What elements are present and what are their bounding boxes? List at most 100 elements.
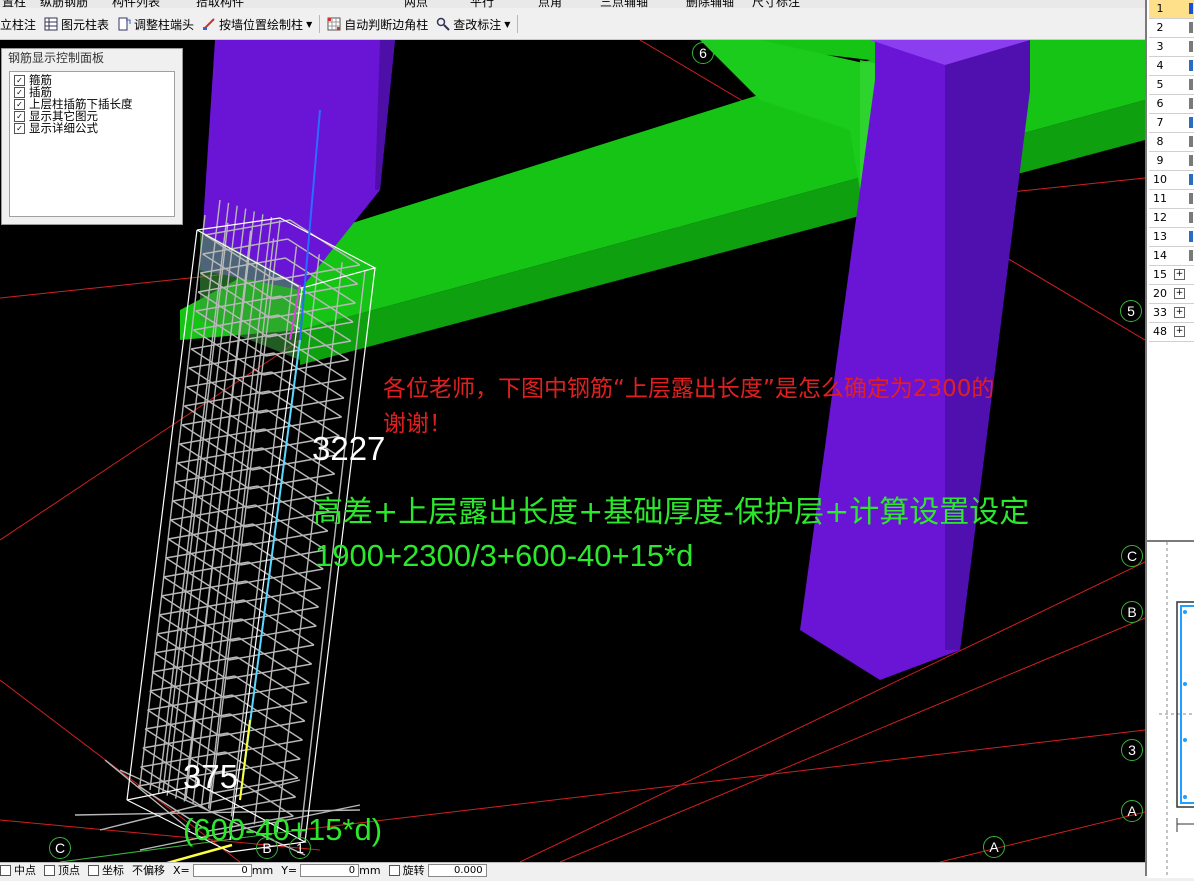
column-note-label: 立柱注	[0, 17, 37, 32]
row-number: 10	[1153, 173, 1167, 186]
checkbox[interactable]: ✓	[14, 110, 25, 122]
top-strip-item[interactable]: 三点辅轴	[600, 0, 648, 8]
rotate-field: 旋转 0.000	[388, 863, 487, 877]
top-strip-item[interactable]: 两点	[404, 0, 428, 8]
row-number: 4	[1156, 59, 1164, 72]
row-number: 11	[1153, 192, 1167, 205]
axis-label-c: C	[1121, 545, 1143, 567]
draw-by-wall-button[interactable]: 按墙位置绘制柱 ▼	[198, 12, 316, 36]
checkbox[interactable]: ✓	[14, 98, 25, 110]
offset-select[interactable]: 不偏移	[132, 863, 165, 877]
drawing-toolbar: 立柱注 图元柱表 调整柱端头 按墙位置绘制柱 ▼ 自动判断边角柱 查改标注 ▼	[0, 9, 1145, 40]
checkbox[interactable]: ✓	[14, 122, 25, 134]
column-note-button[interactable]: 立柱注	[0, 12, 40, 36]
property-row[interactable]: 4	[1149, 57, 1194, 76]
expand-icon[interactable]: +	[1174, 307, 1185, 318]
formula-bottom: (600-40+15*d)	[183, 812, 383, 847]
column-table-button[interactable]: 图元柱表	[40, 12, 113, 36]
property-row[interactable]: 9	[1149, 152, 1194, 171]
row-value-fragment	[1189, 22, 1193, 33]
coordinate-toggle[interactable]: 坐标	[88, 863, 124, 877]
checkbox[interactable]: ✓	[14, 74, 25, 86]
dropdown-arrow-icon[interactable]: ▼	[306, 20, 312, 29]
property-row[interactable]: 12	[1149, 209, 1194, 228]
rebar-line	[167, 538, 239, 585]
row-number: 48	[1153, 325, 1167, 338]
row-value-fragment	[1189, 3, 1193, 14]
rebar-line	[158, 614, 230, 661]
expand-icon[interactable]: +	[1174, 326, 1185, 337]
checkbox[interactable]	[388, 864, 400, 876]
rebar-line	[170, 519, 241, 566]
property-row[interactable]: 10	[1149, 171, 1194, 190]
rebar-line	[174, 481, 246, 528]
property-row[interactable]: 5	[1149, 76, 1194, 95]
adjust-column-end-button[interactable]: 调整柱端头	[113, 12, 198, 36]
expand-icon[interactable]: +	[1174, 288, 1185, 299]
y-input[interactable]: 0	[300, 863, 360, 877]
property-row[interactable]: 15 +	[1149, 266, 1194, 285]
rebar-line	[179, 443, 251, 490]
property-row[interactable]: 6	[1149, 95, 1194, 114]
adjust-column-end-icon	[118, 17, 131, 31]
top-strip-item[interactable]: 尺寸标注	[752, 0, 800, 8]
midpoint-toggle[interactable]: 中点	[0, 863, 36, 877]
rebar-line	[149, 690, 221, 737]
top-strip-item[interactable]: 拾取构件	[196, 0, 244, 8]
top-strip-item[interactable]: 点角	[538, 0, 562, 8]
auto-corner-column-button[interactable]: 自动判断边角柱	[323, 12, 432, 36]
property-row[interactable]: 33 +	[1149, 304, 1194, 323]
row-value-fragment	[1189, 41, 1193, 52]
row-number: 5	[1156, 78, 1164, 91]
option-label: 显示详细公式	[29, 121, 98, 135]
control-panel-title: 钢筋显示控制面板	[8, 51, 105, 65]
adjust-column-end-label: 调整柱端头	[134, 17, 195, 32]
control-panel-options: ✓ 箍筋 ✓ 插筋 ✓ 上层柱插筋下插长度 ✓ 显示其它图元 ✓ 显示详细公式	[9, 71, 175, 217]
checkbox[interactable]	[44, 864, 55, 876]
toolbar-separator	[319, 15, 321, 33]
edit-annotation-button[interactable]: 查改标注 ▼	[432, 12, 514, 36]
x-input[interactable]: 0	[192, 863, 252, 877]
formula-words: 高差+上层露出长度+基础厚度-保护层+计算设置设定	[313, 495, 1030, 530]
grid-icon	[327, 17, 341, 31]
axis-label-c-left: C	[49, 837, 71, 859]
row-value-fragment	[1189, 250, 1193, 261]
vertex-toggle[interactable]: 顶点	[44, 863, 80, 877]
row-number: 8	[1156, 135, 1164, 148]
column-right-side	[945, 40, 1030, 650]
property-row[interactable]: 20 +	[1149, 285, 1194, 304]
top-strip-item[interactable]: 置柱	[2, 0, 26, 8]
dimension-3227: 3227	[312, 430, 386, 467]
row-value-fragment	[1189, 174, 1193, 185]
top-strip-item[interactable]: 构件列表	[112, 0, 160, 8]
top-strip-item[interactable]: 删除辅轴	[686, 0, 734, 8]
rebar-line	[165, 557, 237, 604]
property-row[interactable]: 3	[1149, 38, 1194, 57]
expand-icon[interactable]: +	[1174, 269, 1185, 280]
property-row[interactable]: 14	[1149, 247, 1194, 266]
top-strip-item[interactable]: 平行	[470, 0, 494, 8]
rotate-input[interactable]: 0.000	[427, 863, 487, 877]
property-row[interactable]: 1	[1149, 0, 1194, 19]
rebar-line	[190, 348, 262, 395]
row-value-fragment	[1189, 117, 1193, 128]
rebar-line	[177, 462, 248, 509]
property-row[interactable]: 48 +	[1149, 323, 1194, 342]
y-field: Y= 0 mm	[281, 863, 381, 877]
property-row[interactable]: 2	[1149, 19, 1194, 38]
option-show-formula[interactable]: ✓ 显示详细公式	[14, 122, 174, 134]
status-label: 坐标	[102, 864, 124, 877]
row-value-fragment	[1189, 98, 1193, 109]
rebar-line	[160, 595, 232, 642]
property-row[interactable]: 7	[1149, 114, 1194, 133]
checkbox[interactable]: ✓	[14, 86, 25, 98]
property-row[interactable]: 13	[1149, 228, 1194, 247]
checkbox[interactable]	[0, 864, 11, 876]
property-row[interactable]: 8	[1149, 133, 1194, 152]
row-value-fragment	[1189, 212, 1193, 223]
checkbox[interactable]	[88, 864, 99, 876]
property-row[interactable]: 11	[1149, 190, 1194, 209]
row-value-fragment	[1189, 193, 1193, 204]
top-strip-item[interactable]: 纵筋钢筋	[40, 0, 88, 8]
dropdown-arrow-icon[interactable]: ▼	[504, 20, 510, 29]
